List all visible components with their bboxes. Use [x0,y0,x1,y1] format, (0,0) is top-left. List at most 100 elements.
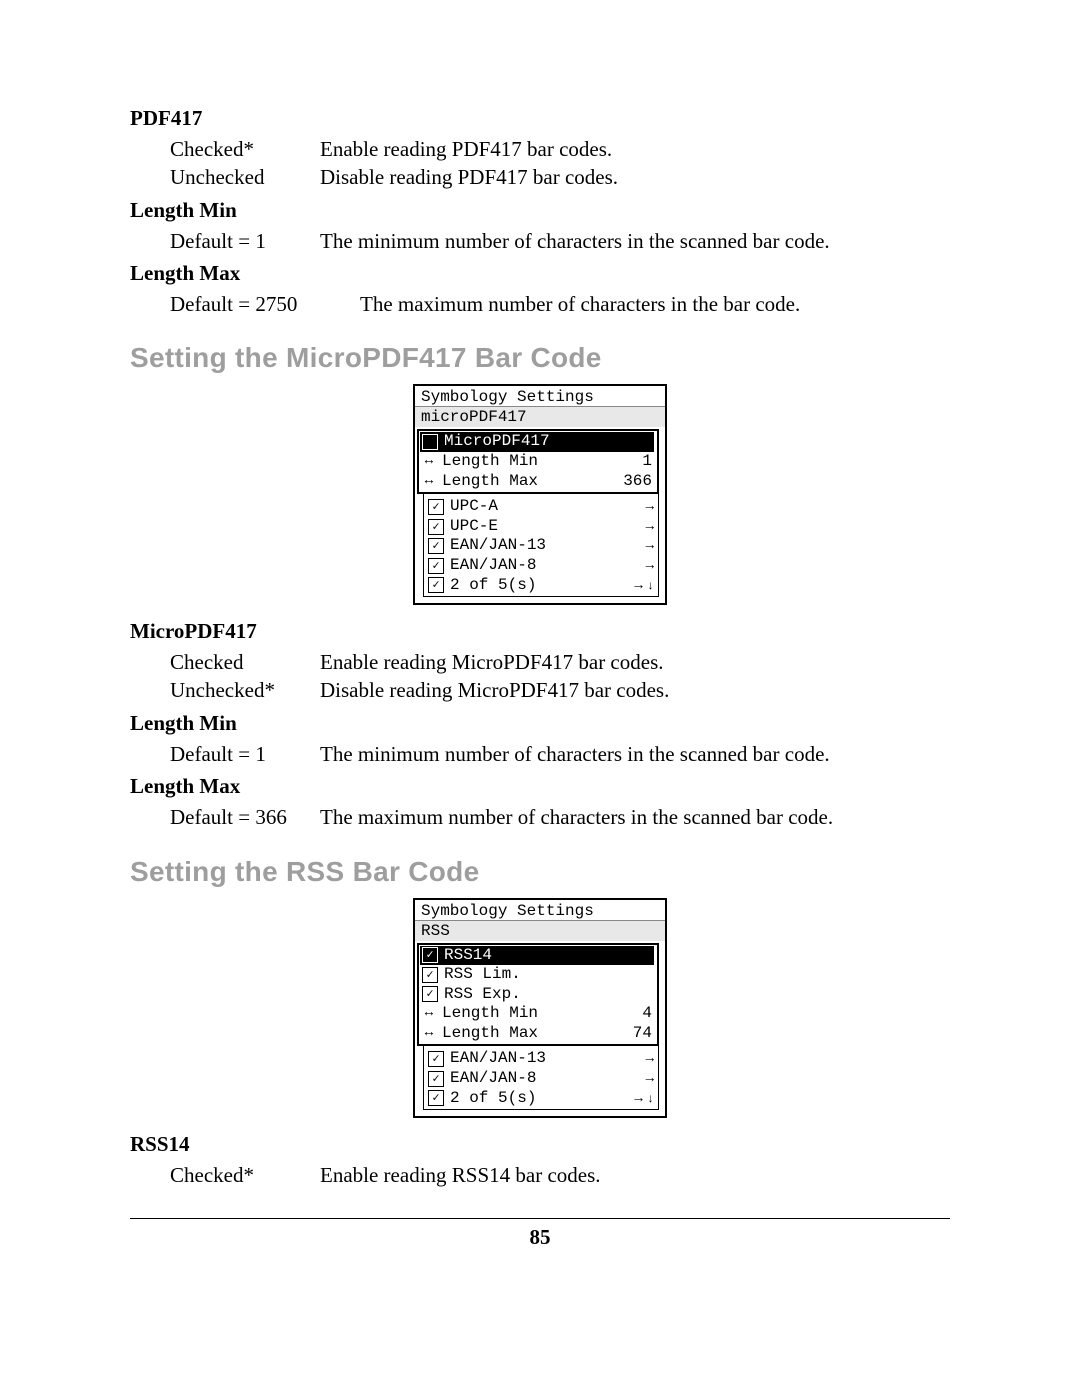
rss-screenshot: Symbology Settings RSS RSS14 RSS Lim. RS… [130,898,950,1119]
background-list: UPC-A UPC-E EAN/JAN-13 EAN/JAN-8 2 of 5(… [423,490,659,597]
slider-icon [422,1006,436,1021]
micro-unchecked-row: Unchecked* Disable reading MicroPDF417 b… [170,676,950,704]
list-item[interactable]: 2 of 5(s) [426,576,656,596]
pdf417-lenmin-row: Default = 1 The minimum number of charac… [170,227,950,255]
desc: The minimum number of characters in the … [320,740,830,768]
pdf417-block: PDF417 Checked* Enable reading PDF417 ba… [130,106,950,318]
slider-icon [422,454,436,469]
rss14-block: RSS14 Checked* Enable reading RSS14 bar … [130,1132,950,1189]
desc: Enable reading RSS14 bar codes. [320,1161,601,1189]
screen-subtitle: microPDF417 [415,407,665,427]
desc: Disable reading PDF417 bar codes. [320,163,618,191]
arrow-right-icon [646,498,654,516]
row-rss-exp[interactable]: RSS Exp. [420,985,654,1005]
checkbox-icon [428,499,444,515]
label: Checked* [170,1161,320,1189]
arrow-right-icon [646,518,654,536]
pdf417-lenmax-heading: Length Max [130,261,950,286]
checkbox-icon [428,1051,444,1067]
arrow-right-icon [634,1090,642,1108]
row-length-min[interactable]: Length Min 4 [420,1004,654,1024]
micro-lenmax-heading: Length Max [130,774,950,799]
row-label: RSS Exp. [444,986,521,1004]
row-length-max[interactable]: Length Max 366 [420,472,654,492]
page-number: 85 [130,1225,950,1250]
label: Unchecked [170,163,320,191]
list-item[interactable]: UPC-A [426,497,656,517]
screen-title: Symbology Settings [415,900,665,921]
checkbox-icon [428,558,444,574]
row-label: RSS Lim. [444,966,521,984]
arrow-right-icon [634,577,642,595]
screen-title: Symbology Settings [415,386,665,407]
row-label: Length Max [442,473,538,491]
list-item[interactable]: EAN/JAN-8 [426,1069,656,1089]
slider-icon [422,474,436,489]
checkbox-icon [428,519,444,535]
row-micropdf417[interactable]: MicroPDF417 [420,432,654,452]
row-label: Length Max [442,1025,538,1043]
micro-lenmax-row: Default = 366 The maximum number of char… [170,803,950,831]
micropdf417-heading: MicroPDF417 [130,619,950,644]
row-rss14[interactable]: RSS14 [420,946,654,966]
micropdf417-block: MicroPDF417 Checked Enable reading Micro… [130,619,950,831]
row-length-min[interactable]: Length Min 1 [420,452,654,472]
row-label: Length Min [442,453,538,471]
desc: The maximum number of characters in the … [320,803,833,831]
label: Checked* [170,135,320,163]
row-length-max[interactable]: Length Max 74 [420,1024,654,1044]
arrow-right-icon [646,1050,654,1068]
row-label: EAN/JAN-13 [450,1050,546,1068]
footer-rule [130,1218,950,1219]
row-rss-lim[interactable]: RSS Lim. [420,965,654,985]
checkbox-icon [428,1090,444,1106]
document-page: PDF417 Checked* Enable reading PDF417 ba… [0,0,1080,1397]
desc: Enable reading PDF417 bar codes. [320,135,612,163]
row-value: 74 [633,1025,652,1043]
desc: Disable reading MicroPDF417 bar codes. [320,676,669,704]
label: Default = 366 [170,803,320,831]
label: Unchecked* [170,676,320,704]
arrow-right-icon [646,557,654,575]
row-label: MicroPDF417 [444,433,550,451]
pdf417-lenmin-heading: Length Min [130,198,950,223]
label: Checked [170,648,320,676]
arrow-down-icon [649,1090,654,1108]
list-item[interactable]: UPC-E [426,517,656,537]
device-screen: Symbology Settings RSS RSS14 RSS Lim. RS… [413,898,667,1119]
list-item[interactable]: EAN/JAN-13 [426,536,656,556]
rss14-heading: RSS14 [130,1132,950,1157]
micro-lenmin-heading: Length Min [130,711,950,736]
checkbox-icon [428,1071,444,1087]
checkbox-icon [422,434,438,450]
list-item[interactable]: EAN/JAN-8 [426,556,656,576]
slider-icon [422,1026,436,1041]
checkbox-icon [428,577,444,593]
micropdf417-section-title: Setting the MicroPDF417 Bar Code [130,342,950,374]
row-label: 2 of 5(s) [450,577,536,595]
checkbox-icon [422,967,438,983]
micropdf417-screenshot: Symbology Settings microPDF417 MicroPDF4… [130,384,950,605]
desc: The minimum number of characters in the … [320,227,830,255]
list-item[interactable]: EAN/JAN-13 [426,1049,656,1069]
row-label: UPC-A [450,498,498,516]
checkbox-icon [428,538,444,554]
setting-overlay: RSS14 RSS Lim. RSS Exp. Length Min 4 [417,943,659,1047]
list-item[interactable]: 2 of 5(s) [426,1089,656,1109]
row-label: RSS14 [444,947,492,965]
setting-overlay: MicroPDF417 Length Min 1 Length Max 366 [417,429,659,494]
micro-lenmin-row: Default = 1 The minimum number of charac… [170,740,950,768]
pdf417-heading: PDF417 [130,106,950,131]
row-value: 4 [642,1005,652,1023]
arrow-right-icon [646,537,654,555]
row-label: Length Min [442,1005,538,1023]
desc: The maximum number of characters in the … [360,290,800,318]
row-label: EAN/JAN-8 [450,1070,536,1088]
micro-checked-row: Checked Enable reading MicroPDF417 bar c… [170,648,950,676]
row-label: UPC-E [450,518,498,536]
row-label: EAN/JAN-8 [450,557,536,575]
device-screen: Symbology Settings microPDF417 MicroPDF4… [413,384,667,605]
rss14-checked-row: Checked* Enable reading RSS14 bar codes. [170,1161,950,1189]
label: Default = 2750 [170,290,360,318]
label: Default = 1 [170,740,320,768]
